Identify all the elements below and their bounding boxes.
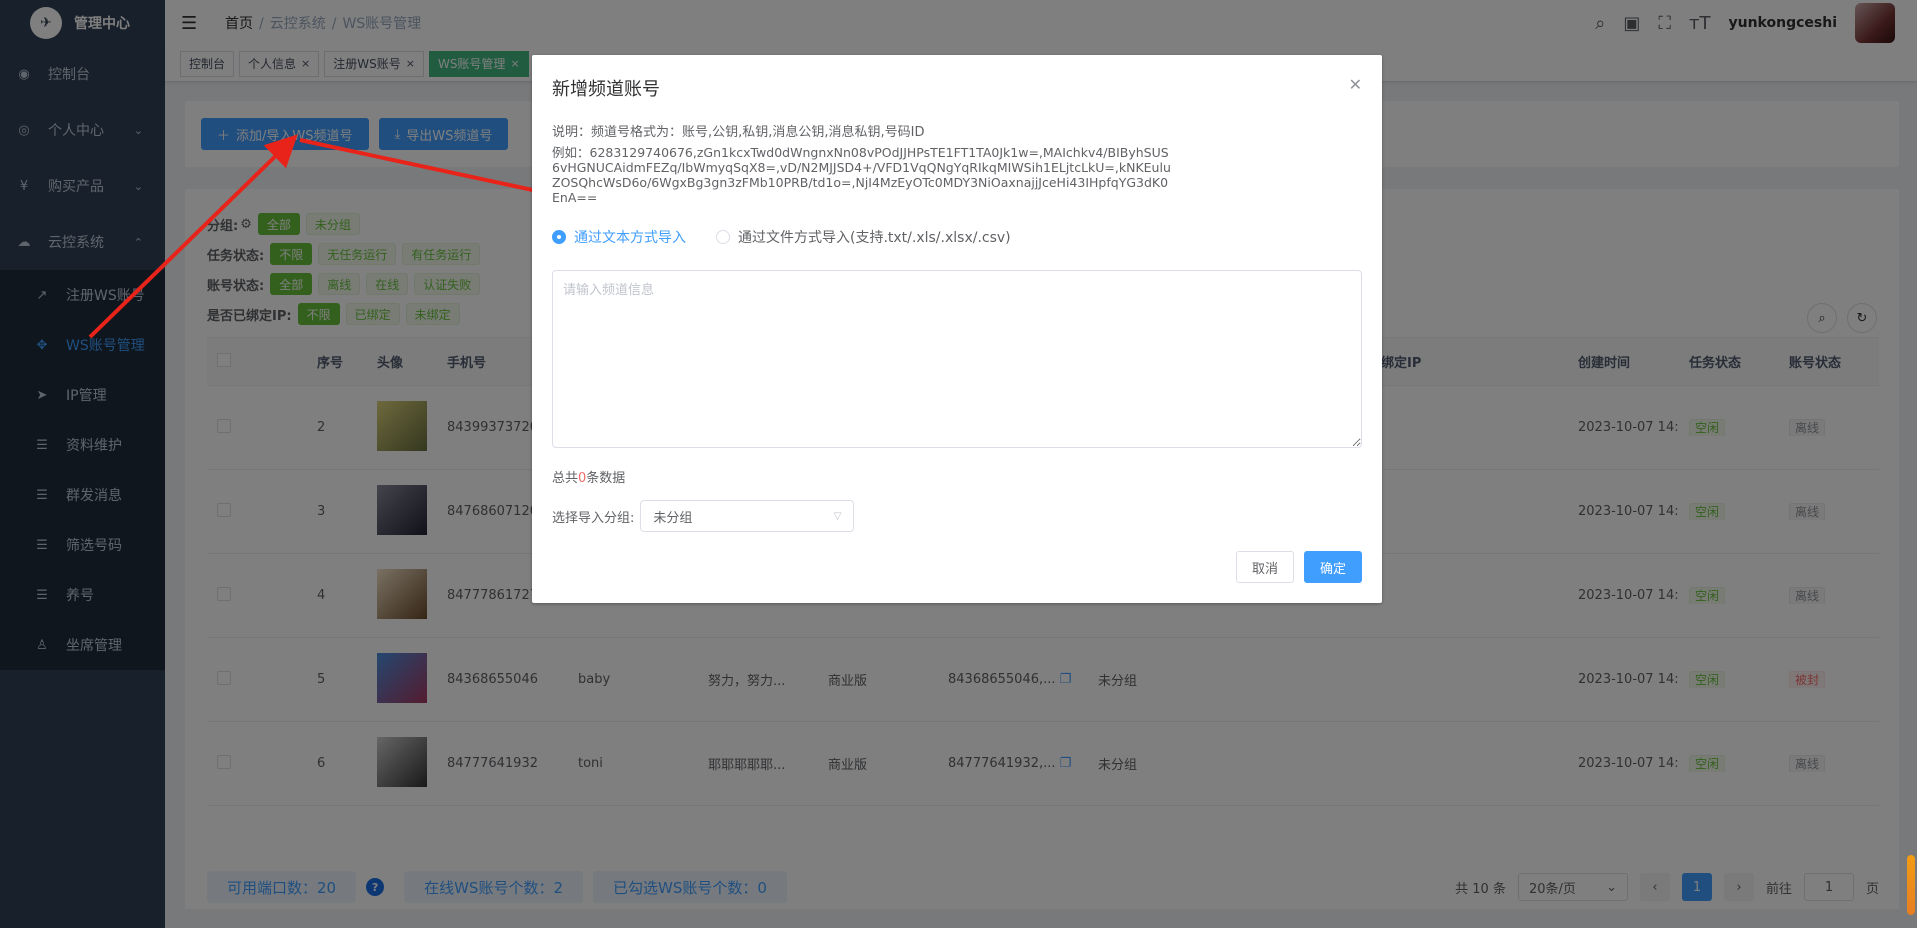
add-channel-dialog: 新增频道账号 ✕ 说明：频道号格式为：账号,公钥,私钥,消息公钥,消息私钥,号码… [532,55,1382,603]
close-icon[interactable]: ✕ [1349,75,1362,94]
group-label: 选择导入分组: [552,510,635,526]
group-select[interactable]: 未分组 ▽ [640,500,855,532]
dialog-description: 说明：频道号格式为：账号,公钥,私钥,消息公钥,消息私钥,号码ID [552,125,925,140]
channel-info-textarea[interactable] [552,270,1362,448]
dialog-footer: 取消 确定 [1235,551,1362,583]
dialog-example: 例如：6283129740676,zGn1kcxTwd0dWngnxNn08vP… [552,145,1171,205]
dialog-title: 新增频道账号 [552,79,660,100]
radio-label: 通过文本方式导入 [574,230,686,246]
scrollbar[interactable] [1907,855,1915,915]
chevron-down-icon: ▽ [833,510,842,522]
confirm-button[interactable]: 确定 [1303,551,1362,583]
radio-file-import[interactable]: 通过文件方式导入(支持.txt/.xls/.xlsx/.csv) [716,227,1011,247]
radio-label: 通过文件方式导入(支持.txt/.xls/.xlsx/.csv) [738,230,1011,246]
total-prefix: 总共 [552,471,579,486]
import-mode-group: 通过文本方式导入 通过文件方式导入(支持.txt/.xls/.xlsx/.csv… [552,227,1041,247]
group-select-value: 未分组 [653,510,693,526]
data-total: 总共0条数据 [552,467,625,486]
annotation-arrow [88,134,298,339]
radio-dot [716,230,730,244]
radio-text-import[interactable]: 通过文本方式导入 [552,227,686,247]
import-group-row: 选择导入分组: 未分组 ▽ [552,500,855,532]
radio-dot [552,230,566,244]
cancel-button[interactable]: 取消 [1235,551,1294,583]
total-suffix: 条数据 [586,471,626,486]
